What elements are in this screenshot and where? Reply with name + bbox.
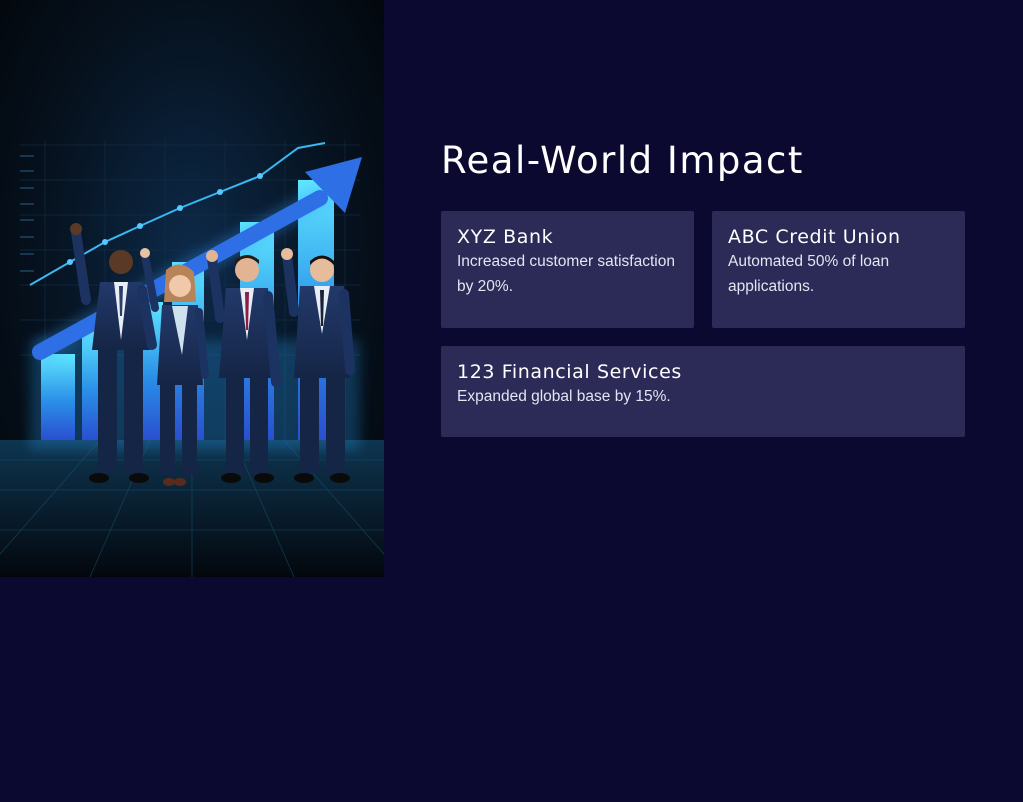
growth-celebration-illustration: [0, 140, 384, 577]
axis-ticks: [20, 155, 34, 272]
card-title: ABC Credit Union: [728, 226, 901, 248]
card-title: XYZ Bank: [457, 226, 554, 248]
case-study-card-123-financial-services: 123 Financial Services Expanded global b…: [441, 346, 965, 437]
case-study-card-xyz-bank: XYZ Bank Increased customer satisfaction…: [441, 211, 694, 328]
card-description: Increased customer satisfaction by 20%.: [457, 253, 675, 295]
card-title: 123 Financial Services: [457, 361, 682, 383]
page-title: Real-World Impact: [441, 139, 804, 182]
hero-image: [0, 0, 384, 577]
bar-1: [41, 354, 75, 440]
case-study-card-abc-credit-union: ABC Credit Union Automated 50% of loan a…: [712, 211, 965, 328]
card-description: Automated 50% of loan applications.: [728, 253, 890, 295]
card-description: Expanded global base by 15%.: [457, 388, 671, 405]
